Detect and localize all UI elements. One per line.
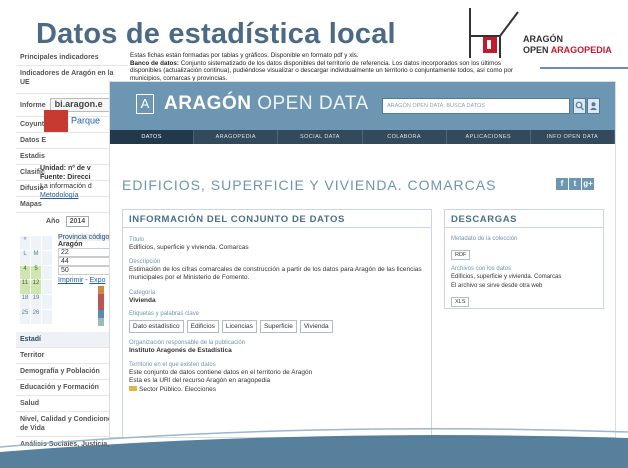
decorative-swoosh <box>0 67 628 468</box>
slide: Datos de estadística local ARAGÓN OPEN A… <box>0 0 628 468</box>
